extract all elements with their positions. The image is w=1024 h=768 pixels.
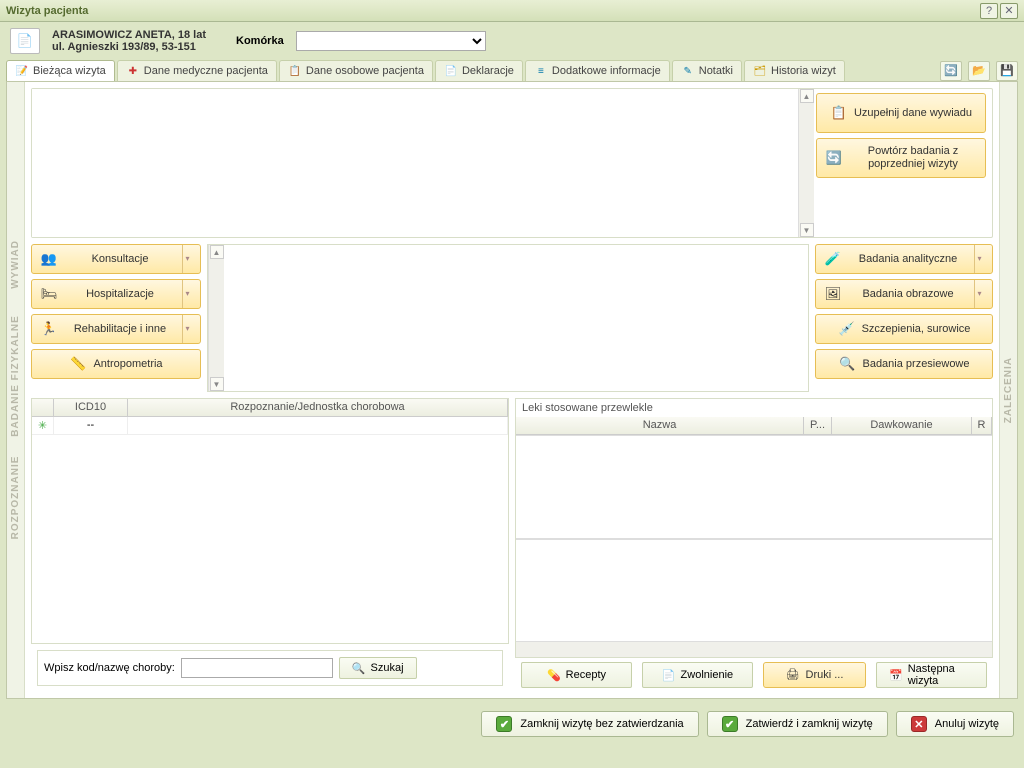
hospital-icon: 🛏	[40, 287, 58, 302]
tab-deklaracje[interactable]: 📄Deklaracje	[435, 60, 523, 81]
print-icon: 🖨	[786, 669, 800, 682]
notes-icon: ✎	[681, 64, 695, 78]
save-icon[interactable]: 💾	[996, 61, 1018, 81]
cancel-visit-button[interactable]: ✕Anuluj wizytę	[896, 711, 1014, 737]
document-icon: 📄	[10, 28, 40, 54]
disease-search-input[interactable]	[181, 658, 333, 678]
check-icon: ✔	[722, 716, 738, 732]
titlebar: Wizyta pacjenta ? ✕	[0, 0, 1024, 22]
scrollbar[interactable]: ▲▼	[798, 89, 814, 237]
recepty-button[interactable]: 💊Recepty	[521, 662, 632, 688]
close-button[interactable]: ✕	[1000, 3, 1018, 19]
chevron-down-icon[interactable]: ▾	[182, 245, 192, 273]
zwolnienie-button[interactable]: 📄Zwolnienie	[642, 662, 753, 688]
vtab-left: ROZPOZNANIE BADANIE FIZYKALNE WYWIAD	[7, 82, 25, 698]
patient-address: ul. Agnieszki 193/89, 53-151	[52, 41, 206, 53]
lab-icon: 🧪	[824, 252, 842, 267]
p-column[interactable]: P...	[804, 417, 832, 434]
wywiad-textarea[interactable]	[32, 89, 798, 237]
new-row-icon: ✳	[32, 417, 54, 434]
antropometria-button[interactable]: 📏Antropometria	[31, 349, 201, 379]
meds-list[interactable]	[516, 435, 992, 539]
repeat-icon: 🔄	[825, 151, 843, 166]
tab-notatki[interactable]: ✎Notatki	[672, 60, 742, 81]
prescription-icon: 💊	[547, 669, 561, 682]
uzupelnij-dane-button[interactable]: 📋Uzupełnij dane wywiadu	[816, 93, 986, 133]
search-icon: 🔍	[352, 662, 366, 675]
chevron-down-icon[interactable]: ▾	[182, 280, 192, 308]
scrollbar[interactable]: ▲▼	[208, 245, 224, 391]
icd10-column[interactable]: ICD10	[54, 399, 128, 416]
powtorz-badania-button[interactable]: 🔄Powtórz badania z poprzedniej wizyty	[816, 138, 986, 178]
dawkowanie-column[interactable]: Dawkowanie	[832, 417, 972, 434]
badania-obrazowe-button[interactable]: 🖼Badania obrazowe▾	[815, 279, 993, 309]
cancel-icon: ✕	[911, 716, 927, 732]
screening-icon: 🔍	[838, 357, 856, 372]
ruler-icon: 📏	[69, 357, 87, 372]
cell-label: Komórka	[236, 35, 284, 47]
personal-icon: 📋	[288, 64, 302, 78]
nazwa-column[interactable]: Nazwa	[516, 417, 804, 434]
check-icon: ✔	[496, 716, 512, 732]
rehabilitacje-button[interactable]: 🏃Rehabilitacje i inne▾	[31, 314, 201, 344]
close-without-approve-button[interactable]: ✔Zamknij wizytę bez zatwierdzania	[481, 711, 698, 737]
xray-icon: 🖼	[824, 287, 842, 302]
meds-panel: Leki stosowane przewlekle Nazwa P... Daw…	[515, 398, 993, 658]
szczepienia-button[interactable]: 💉Szczepienia, surowice	[815, 314, 993, 344]
tab-dane-osobowe[interactable]: 📋Dane osobowe pacjenta	[279, 60, 433, 81]
rozpoznanie-column[interactable]: Rozpoznanie/Jednostka chorobowa	[128, 399, 508, 416]
tab-dane-medyczne[interactable]: ✚Dane medyczne pacjenta	[117, 60, 277, 81]
refresh-icon[interactable]: 🔄	[940, 61, 962, 81]
meds-title: Leki stosowane przewlekle	[516, 399, 992, 417]
badania-przesiewowe-button[interactable]: 🔍Badania przesiewowe	[815, 349, 993, 379]
sickleave-icon: 📄	[662, 669, 676, 682]
badania-analityczne-button[interactable]: 🧪Badania analityczne▾	[815, 244, 993, 274]
window-title: Wizyta pacjenta	[6, 5, 978, 17]
nastepna-wizyta-button[interactable]: 📅Następna wizyta	[876, 662, 987, 688]
footer: ✔Zamknij wizytę bez zatwierdzania ✔Zatwi…	[0, 705, 1024, 743]
main-content: ROZPOZNANIE BADANIE FIZYKALNE WYWIAD ▲▼ …	[6, 81, 1018, 699]
cell-select[interactable]	[296, 31, 486, 51]
chevron-down-icon[interactable]: ▾	[974, 245, 984, 273]
approve-and-close-button[interactable]: ✔Zatwierdź i zamknij wizytę	[707, 711, 888, 737]
info-icon: ≡	[534, 64, 548, 78]
scrollbar-horizontal[interactable]	[516, 641, 992, 657]
vaccine-icon: 💉	[838, 322, 856, 337]
chevron-down-icon[interactable]: ▾	[974, 280, 984, 308]
hospitalizacje-button[interactable]: 🛏Hospitalizacje▾	[31, 279, 201, 309]
konsultacje-button[interactable]: 👥Konsultacje▾	[31, 244, 201, 274]
search-row: Wpisz kod/nazwę choroby: 🔍Szukaj	[37, 650, 503, 686]
open-icon[interactable]: 📂	[968, 61, 990, 81]
search-label: Wpisz kod/nazwę choroby:	[44, 662, 175, 674]
icd-row[interactable]: ✳ --	[32, 417, 508, 435]
vtab-right: ZALECENIA	[999, 82, 1017, 698]
tab-biezaca-wizyta[interactable]: 📝Bieżąca wizyta	[6, 60, 115, 81]
chevron-down-icon[interactable]: ▾	[182, 315, 192, 343]
r-column[interactable]: R	[972, 417, 992, 434]
tab-historia[interactable]: 🗂Historia wizyt	[744, 60, 845, 81]
rehab-icon: 🏃	[40, 322, 58, 337]
search-button[interactable]: 🔍Szukaj	[339, 657, 417, 679]
consult-icon: 👥	[40, 252, 58, 267]
druki-button[interactable]: 🖨Druki ...	[763, 662, 866, 688]
help-button[interactable]: ?	[980, 3, 998, 19]
tabs-row: 📝Bieżąca wizyta ✚Dane medyczne pacjenta …	[0, 60, 1024, 81]
icd-grid: ICD10 Rozpoznanie/Jednostka chorobowa ✳ …	[31, 398, 509, 644]
declarations-icon: 📄	[444, 64, 458, 78]
calendar-icon: 📅	[889, 669, 903, 682]
zalecenia-textarea[interactable]	[516, 539, 992, 642]
patient-header: 📄 ARASIMOWICZ ANETA, 18 lat ul. Agnieszk…	[0, 22, 1024, 60]
form-icon: 📋	[830, 106, 848, 121]
tab-dodatkowe[interactable]: ≡Dodatkowe informacje	[525, 60, 670, 81]
medical-icon: ✚	[126, 64, 140, 78]
history-icon: 🗂	[753, 64, 767, 78]
edit-icon: 📝	[15, 64, 29, 78]
patient-name-age: ARASIMOWICZ ANETA, 18 lat	[52, 29, 206, 41]
